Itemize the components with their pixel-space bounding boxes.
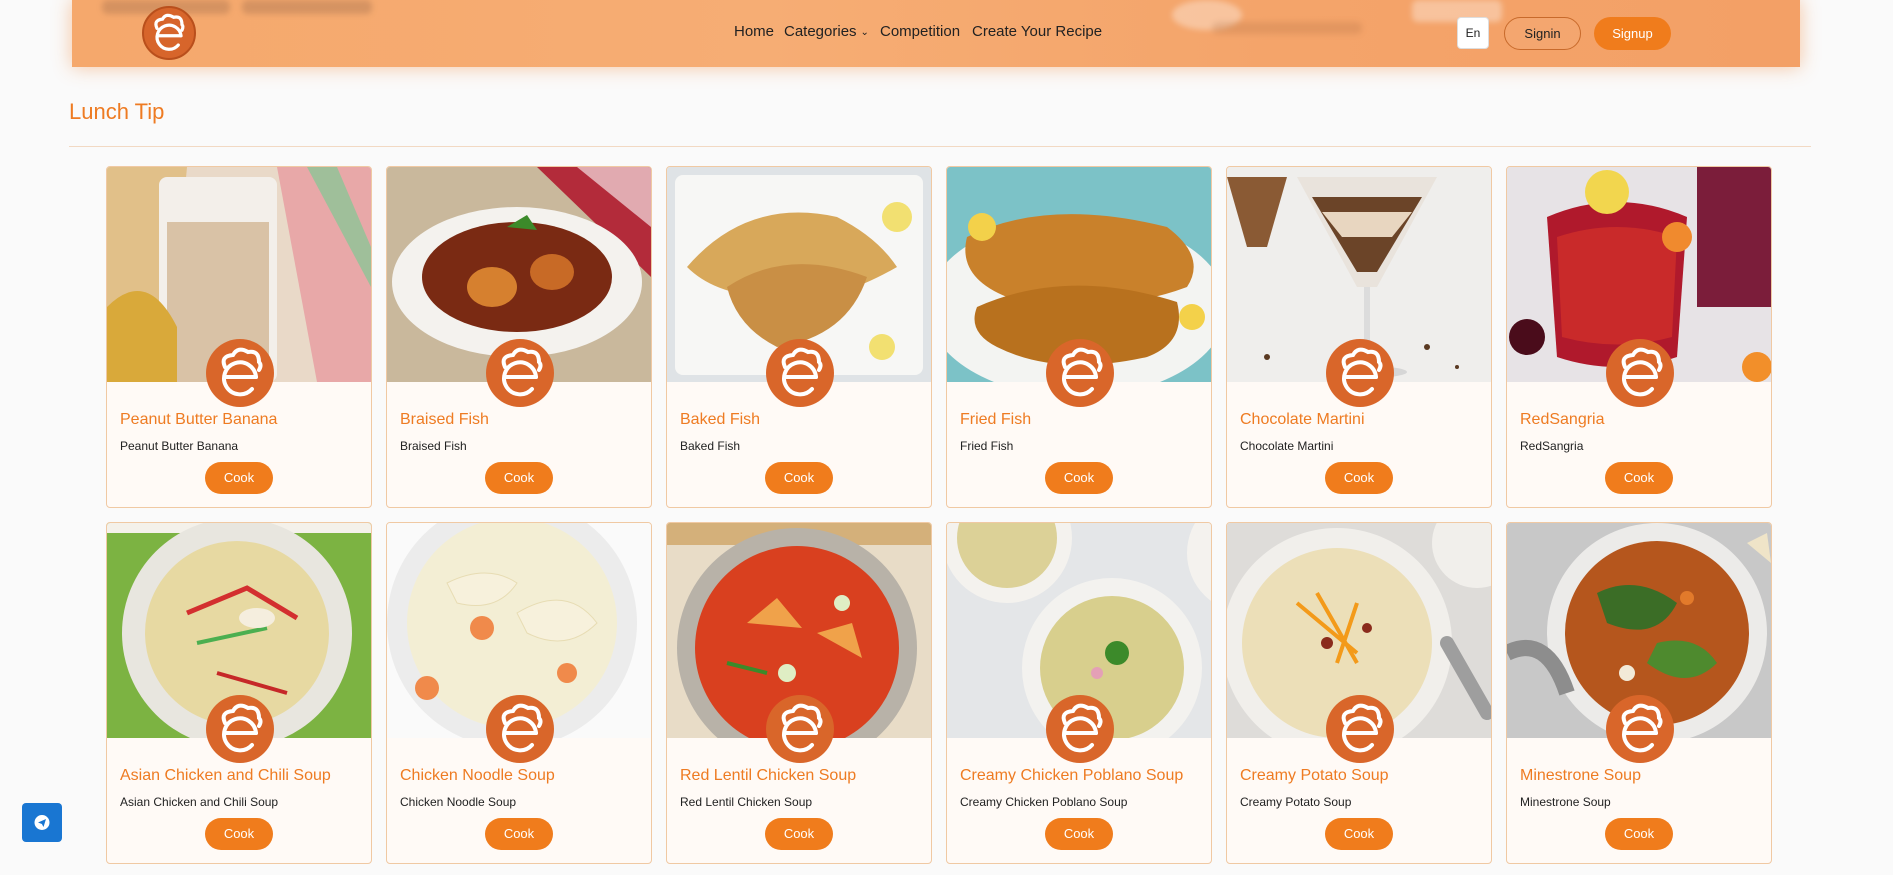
recipe-logo-badge [766, 339, 834, 407]
nav-categories-label: Categories [784, 23, 857, 40]
recipe-title[interactable]: Chocolate Martini [1240, 411, 1365, 429]
section-divider [69, 146, 1811, 147]
chef-hat-e-logo-icon [768, 697, 832, 761]
recipe-subtitle: Braised Fish [400, 439, 467, 453]
main-nav: Home Categories ⌄ Competition Create Your… [0, 0, 1893, 67]
recipe-title[interactable]: Minestrone Soup [1520, 767, 1641, 785]
recipe-card[interactable]: Braised Fish Braised Fish Cook [386, 166, 652, 508]
recipe-logo-badge [486, 695, 554, 763]
chef-hat-e-logo-icon [1048, 341, 1112, 405]
recipe-subtitle: Asian Chicken and Chili Soup [120, 795, 279, 809]
cook-button[interactable]: Cook [1325, 818, 1393, 850]
chef-hat-e-logo-icon [1608, 697, 1672, 761]
recipe-subtitle: Chocolate Martini [1240, 439, 1334, 453]
recipe-logo-badge [766, 695, 834, 763]
chevron-down-icon: ⌄ [860, 26, 869, 38]
cook-button[interactable]: Cook [205, 818, 273, 850]
nav-categories[interactable]: Categories ⌄ [784, 23, 869, 40]
recipe-title[interactable]: Fried Fish [960, 411, 1031, 429]
recipe-card[interactable]: RedSangria RedSangria Cook [1506, 166, 1772, 508]
cook-button[interactable]: Cook [1325, 462, 1393, 494]
recipe-title[interactable]: RedSangria [1520, 411, 1605, 429]
recipe-title[interactable]: Braised Fish [400, 411, 489, 429]
recipe-subtitle: Creamy Chicken Poblano Soup [960, 795, 1128, 809]
recipe-card[interactable]: Fried Fish Fried Fish Cook [946, 166, 1212, 508]
signup-button[interactable]: Signup [1594, 17, 1671, 50]
chef-hat-e-logo-icon [488, 697, 552, 761]
recipe-logo-badge [1606, 695, 1674, 763]
recipe-logo-badge [486, 339, 554, 407]
recipe-title[interactable]: Red Lentil Chicken Soup [680, 767, 856, 785]
recipe-card[interactable]: Chocolate Martini Chocolate Martini Cook [1226, 166, 1492, 508]
recipe-card[interactable]: Chicken Noodle Soup Chicken Noodle Soup Co… [386, 522, 652, 864]
language-selector[interactable]: En [1457, 17, 1489, 49]
cook-button[interactable]: Cook [1605, 818, 1673, 850]
recipe-card[interactable]: Creamy Potato Soup Creamy Potato Soup Cook [1226, 522, 1492, 864]
recipe-subtitle: Peanut Butter Banana [120, 439, 239, 453]
chef-hat-e-logo-icon [208, 341, 272, 405]
chef-hat-e-logo-icon [488, 341, 552, 405]
chef-hat-e-logo-icon [208, 697, 272, 761]
cook-button[interactable]: Cook [485, 462, 553, 494]
recipe-card[interactable]: Red Lentil Chicken Soup Red Lentil Chicke… [666, 522, 932, 864]
recipe-subtitle: Fried Fish [960, 439, 1014, 453]
recipe-title[interactable]: Creamy Potato Soup [1240, 767, 1389, 785]
cook-button[interactable]: Cook [765, 818, 833, 850]
recipe-title[interactable]: Baked Fish [680, 411, 760, 429]
chef-hat-e-logo-icon [1328, 341, 1392, 405]
recipe-logo-badge [1606, 339, 1674, 407]
recipe-logo-badge [206, 339, 274, 407]
recipe-card[interactable]: Creamy Chicken Poblano Soup Creamy Chicke… [946, 522, 1212, 864]
recipe-subtitle: Chicken Noodle Soup [400, 795, 517, 809]
recipe-title[interactable]: Peanut Butter Banana [120, 411, 277, 429]
recipe-logo-badge [206, 695, 274, 763]
cook-button[interactable]: Cook [1605, 462, 1673, 494]
recipe-logo-badge [1046, 695, 1114, 763]
cook-button[interactable]: Cook [765, 462, 833, 494]
chef-hat-e-logo-icon [1328, 697, 1392, 761]
recipe-logo-badge [1326, 339, 1394, 407]
recipe-subtitle: Baked Fish [680, 439, 741, 453]
cook-button[interactable]: Cook [485, 818, 553, 850]
signin-button[interactable]: Signin [1504, 17, 1581, 50]
cook-button[interactable]: Cook [205, 462, 273, 494]
recipe-title[interactable]: Creamy Chicken Poblano Soup [960, 767, 1183, 785]
recipe-card[interactable]: Asian Chicken and Chili Soup Asian Chicke… [106, 522, 372, 864]
recipe-card[interactable]: Baked Fish Baked Fish Cook [666, 166, 932, 508]
recipe-logo-badge [1326, 695, 1394, 763]
cook-button[interactable]: Cook [1045, 818, 1113, 850]
nav-home[interactable]: Home [734, 23, 774, 40]
chef-hat-e-logo-icon [1048, 697, 1112, 761]
cook-button[interactable]: Cook [1045, 462, 1113, 494]
recipe-subtitle: Red Lentil Chicken Soup [680, 795, 813, 809]
chef-hat-e-logo-icon [1608, 341, 1672, 405]
nav-create-recipe[interactable]: Create Your Recipe [972, 23, 1102, 40]
recipe-card[interactable]: Minestrone Soup Minestrone Soup Cook [1506, 522, 1772, 864]
recipe-logo-badge [1046, 339, 1114, 407]
help-chat-button[interactable] [22, 803, 62, 842]
recipe-title[interactable]: Asian Chicken and Chili Soup [120, 767, 331, 785]
recipe-title[interactable]: Chicken Noodle Soup [400, 767, 555, 785]
telegram-icon [34, 815, 50, 830]
section-title: Lunch Tip [69, 99, 165, 124]
recipe-subtitle: RedSangria [1520, 439, 1584, 453]
nav-competition[interactable]: Competition [880, 23, 960, 40]
chef-hat-e-logo-icon [768, 341, 832, 405]
recipe-card[interactable]: Peanut Butter Banana Peanut Butter Banana… [106, 166, 372, 508]
recipe-subtitle: Minestrone Soup [1520, 795, 1611, 809]
recipe-subtitle: Creamy Potato Soup [1240, 795, 1352, 809]
